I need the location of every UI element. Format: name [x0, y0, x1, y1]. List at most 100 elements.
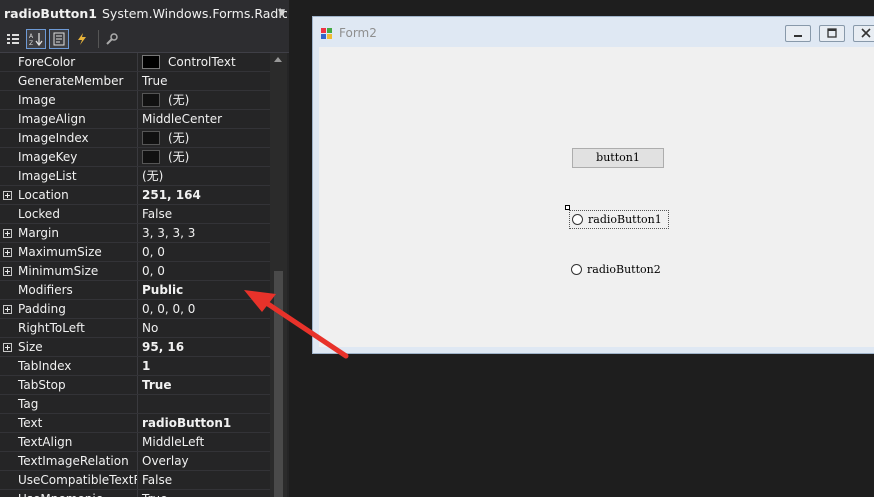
expand-plus-icon[interactable]	[0, 243, 14, 261]
property-value[interactable]: Overlay	[138, 452, 270, 470]
row-gutter	[0, 490, 14, 497]
property-value[interactable]: MiddleCenter	[138, 110, 270, 128]
form-client-area[interactable]: button1 radioButton1 radioButton2	[319, 47, 874, 347]
property-row[interactable]: TabStop True	[0, 376, 270, 395]
property-value[interactable]: radioButton1	[138, 414, 270, 432]
expand-plus-icon[interactable]	[0, 224, 14, 242]
button1-control[interactable]: button1	[572, 148, 664, 168]
property-name: ForeColor	[14, 53, 138, 71]
properties-panel: radioButton1 System.Windows.Forms.RadioB…	[0, 0, 289, 497]
categorized-icon[interactable]	[3, 29, 23, 49]
property-row[interactable]: RightToLeft No	[0, 319, 270, 338]
row-gutter	[0, 414, 14, 432]
property-value[interactable]: No	[138, 319, 270, 337]
expand-plus-icon[interactable]	[0, 300, 14, 318]
property-value[interactable]: MiddleLeft	[138, 433, 270, 451]
property-value[interactable]: True	[138, 376, 270, 394]
property-row[interactable]: Tag	[0, 395, 270, 414]
property-value[interactable]: (无)	[138, 167, 270, 185]
property-value[interactable]: Public	[138, 281, 270, 299]
plus-icon	[2, 228, 12, 238]
events-icon[interactable]	[72, 29, 92, 49]
property-row[interactable]: Padding 0, 0, 0, 0	[0, 300, 270, 319]
property-value[interactable]: (无)	[138, 91, 270, 109]
expand-plus-icon[interactable]	[0, 338, 14, 356]
property-value[interactable]: 251, 164	[138, 186, 270, 204]
property-row[interactable]: GenerateMember True	[0, 72, 270, 91]
minimize-button[interactable]	[785, 25, 811, 42]
scroll-up-icon[interactable]	[274, 57, 282, 62]
property-value[interactable]: False	[138, 471, 270, 489]
property-name: ImageKey	[14, 148, 138, 166]
object-selector[interactable]: radioButton1 System.Windows.Forms.RadioB…	[0, 0, 289, 27]
row-gutter	[0, 129, 14, 147]
property-value[interactable]: (无)	[138, 148, 270, 166]
row-gutter	[0, 110, 14, 128]
property-row[interactable]: ImageIndex (无)	[0, 129, 270, 148]
property-name: MinimumSize	[14, 262, 138, 280]
radiobutton2-control[interactable]: radioButton2	[571, 260, 661, 279]
property-row[interactable]: Location 251, 164	[0, 186, 270, 205]
property-row[interactable]: MaximumSize 0, 0	[0, 243, 270, 262]
row-gutter	[0, 148, 14, 166]
property-row[interactable]: UseMnemonic True	[0, 490, 270, 497]
close-button[interactable]	[853, 25, 874, 42]
property-row[interactable]: Size 95, 16	[0, 338, 270, 357]
property-row[interactable]: ImageKey (无)	[0, 148, 270, 167]
property-name: Text	[14, 414, 138, 432]
property-value[interactable]	[138, 395, 270, 413]
property-value[interactable]: False	[138, 205, 270, 223]
property-row[interactable]: Margin 3, 3, 3, 3	[0, 224, 270, 243]
property-value[interactable]: 0, 0	[138, 243, 270, 261]
property-row[interactable]: UseCompatibleTextR False	[0, 471, 270, 490]
property-row[interactable]: ForeColor ControlText	[0, 53, 270, 72]
property-row[interactable]: MinimumSize 0, 0	[0, 262, 270, 281]
property-value-text: 0, 0	[142, 264, 165, 278]
chevron-down-icon[interactable]: ▼	[278, 8, 285, 18]
object-type: System.Windows.Forms.RadioB	[101, 5, 287, 21]
property-value[interactable]: True	[138, 490, 270, 497]
properties-icon[interactable]	[49, 29, 69, 49]
property-value-text: MiddleCenter	[142, 112, 223, 126]
property-pages-icon[interactable]	[102, 29, 122, 49]
property-name: Location	[14, 186, 138, 204]
radiobutton1-control[interactable]: radioButton1	[569, 210, 669, 229]
properties-scrollbar[interactable]	[270, 53, 287, 497]
property-name: RightToLeft	[14, 319, 138, 337]
maximize-button[interactable]	[819, 25, 845, 42]
object-name: radioButton1	[4, 5, 97, 21]
expand-plus-icon[interactable]	[0, 186, 14, 204]
form-window[interactable]: Form2 button1 radioButton1 radioButton2	[312, 16, 874, 354]
property-value[interactable]: (无)	[138, 129, 270, 147]
form-title-bar: Form2	[321, 26, 377, 40]
property-row[interactable]: ImageList (无)	[0, 167, 270, 186]
property-row[interactable]: Locked False	[0, 205, 270, 224]
property-row[interactable]: Text radioButton1	[0, 414, 270, 433]
color-swatch	[142, 150, 160, 164]
property-value[interactable]: ControlText	[138, 53, 270, 71]
property-row[interactable]: ImageAlign MiddleCenter	[0, 110, 270, 129]
property-value[interactable]: True	[138, 72, 270, 90]
svg-text:A: A	[29, 33, 34, 40]
expand-plus-icon[interactable]	[0, 262, 14, 280]
property-grid: ForeColor ControlText GenerateMember True Im…	[0, 53, 270, 497]
radiobutton2-label: radioButton2	[587, 263, 661, 276]
minimize-icon	[794, 35, 802, 37]
property-value[interactable]: 0, 0, 0, 0	[138, 300, 270, 318]
property-value[interactable]: 1	[138, 357, 270, 375]
property-value-text: 251, 164	[142, 188, 201, 202]
property-row[interactable]: TextAlign MiddleLeft	[0, 433, 270, 452]
property-value[interactable]: 95, 16	[138, 338, 270, 356]
property-row[interactable]: Image (无)	[0, 91, 270, 110]
property-value-text: 0, 0	[142, 245, 165, 259]
property-value[interactable]: 0, 0	[138, 262, 270, 280]
property-name: Image	[14, 91, 138, 109]
property-name: Tag	[14, 395, 138, 413]
alphabetical-icon[interactable]: AZ	[26, 29, 46, 49]
property-row[interactable]: TabIndex 1	[0, 357, 270, 376]
scrollbar-thumb[interactable]	[274, 271, 283, 497]
property-row[interactable]: TextImageRelation Overlay	[0, 452, 270, 471]
property-name: MaximumSize	[14, 243, 138, 261]
property-value[interactable]: 3, 3, 3, 3	[138, 224, 270, 242]
property-row[interactable]: Modifiers Public	[0, 281, 270, 300]
